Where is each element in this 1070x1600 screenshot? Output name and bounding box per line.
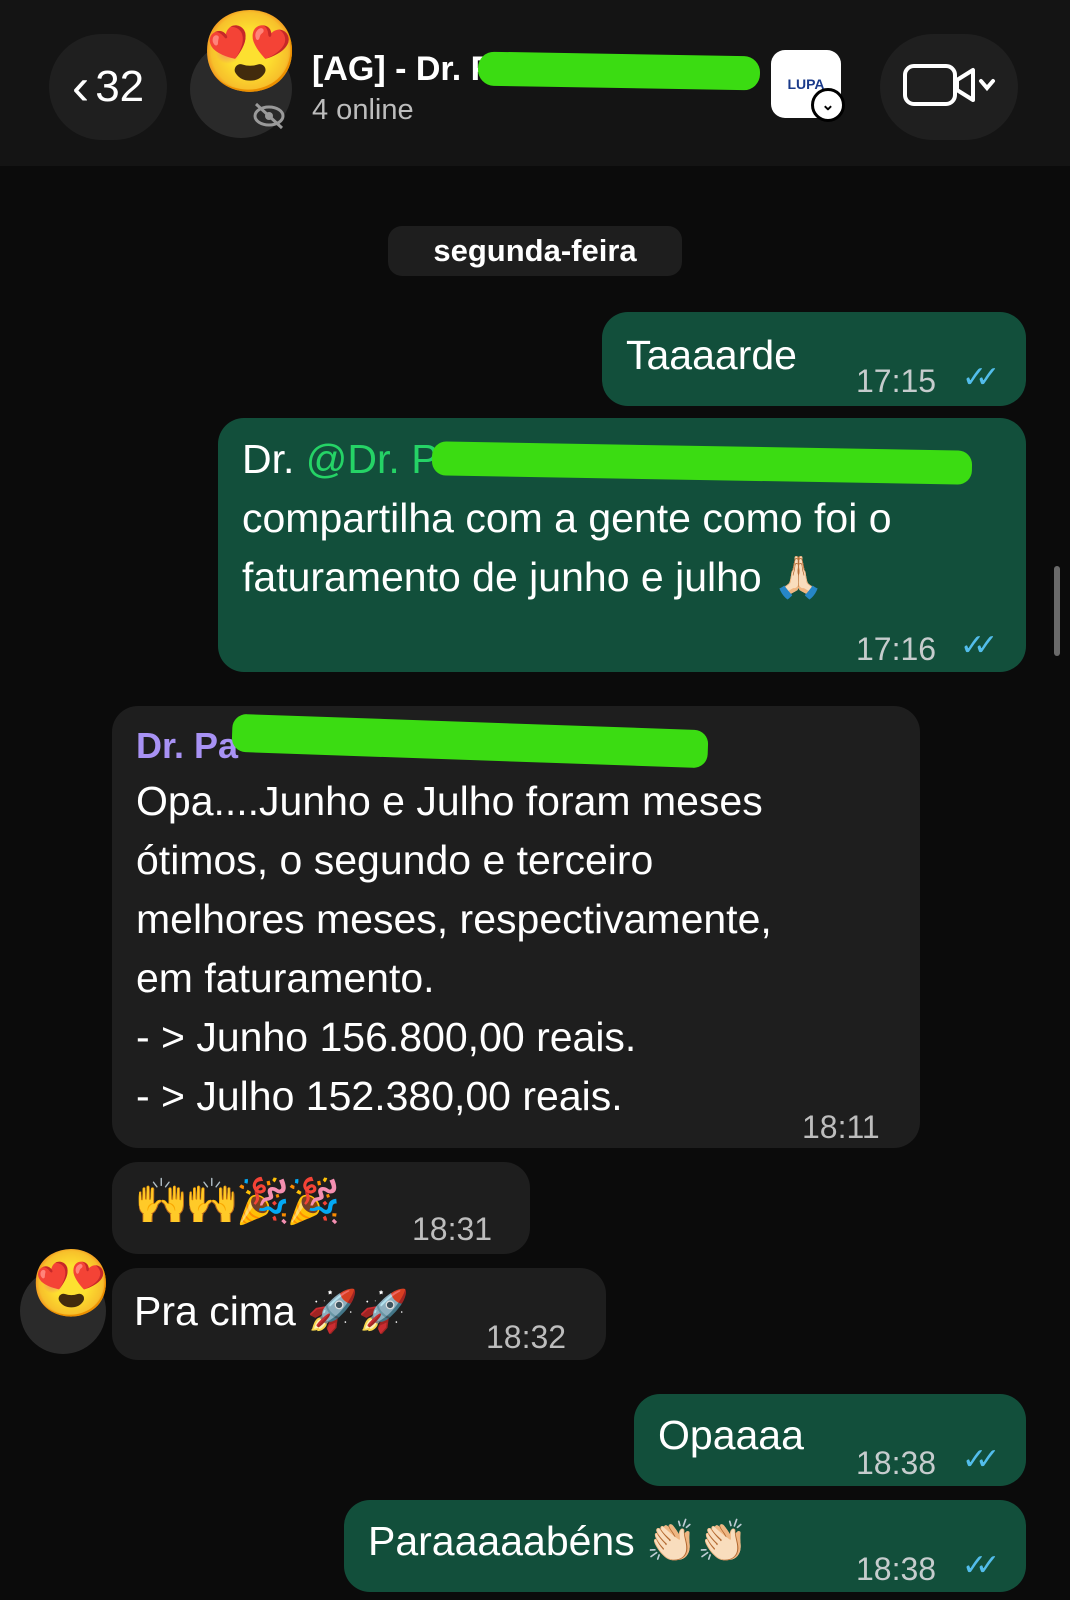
- back-button[interactable]: ‹ 32: [49, 34, 167, 140]
- message-line: - > Junho 156.800,00 reais.: [136, 1014, 637, 1060]
- message-time: 18:38: [856, 1445, 937, 1481]
- date-separator: segunda-feira: [388, 226, 682, 276]
- sender-avatar[interactable]: 😍: [20, 1250, 112, 1354]
- double-check-icon: ✓✓: [962, 1443, 1000, 1476]
- message-line: melhores meses, respectivamente,: [136, 896, 772, 942]
- eye-slash-icon: [252, 102, 286, 137]
- message-time: 17:15: [856, 363, 937, 399]
- chevron-down-icon: ⌄: [811, 88, 845, 122]
- redaction-mark: [477, 51, 761, 91]
- online-status: 4 online: [312, 94, 414, 126]
- message-time: 18:11: [802, 1109, 880, 1145]
- message-line: ótimos, o segundo e terceiro: [136, 837, 654, 883]
- chat-header: ‹ 32 😍 [AG] - Dr. P 4 online LUPA ⌄: [0, 0, 1070, 166]
- message-prefix: Dr.: [242, 436, 306, 482]
- message-time: 18:38: [856, 1551, 937, 1587]
- message-bubble-incoming[interactable]: 🙌🙌🎉🎉 18:31: [112, 1162, 530, 1254]
- unread-count: 32: [95, 62, 145, 111]
- double-check-icon: ✓✓: [960, 629, 998, 662]
- heart-eyes-emoji: 😍: [30, 1246, 113, 1320]
- message-text: Opaaaa: [658, 1412, 804, 1458]
- video-call-button[interactable]: [880, 34, 1018, 140]
- message-time: 18:31: [412, 1211, 493, 1247]
- message-time: 18:32: [486, 1319, 567, 1355]
- double-check-icon: ✓✓: [962, 1549, 1000, 1582]
- chevron-left-icon: ‹: [71, 58, 90, 116]
- message-bubble-outgoing[interactable]: Opaaaa 18:38 ✓✓: [634, 1394, 1026, 1486]
- message-text: Paraaaaabéns 👏🏻👏🏻: [368, 1518, 749, 1564]
- video-camera-icon: [901, 60, 997, 115]
- message-text: Pra cima 🚀🚀: [134, 1288, 410, 1334]
- message-time: 17:16: [856, 631, 937, 667]
- message-text: Taaaarde: [626, 332, 797, 378]
- message-text: 🙌🙌🎉🎉: [134, 1177, 341, 1226]
- heart-eyes-emoji: 😍: [200, 7, 300, 96]
- lupa-app-icon[interactable]: LUPA ⌄: [771, 50, 845, 122]
- chat-title[interactable]: [AG] - Dr. P: [312, 50, 493, 89]
- group-avatar[interactable]: 😍: [190, 12, 300, 138]
- message-bubble-outgoing[interactable]: Paraaaaabéns 👏🏻👏🏻 18:38 ✓✓: [344, 1500, 1026, 1592]
- scrollbar[interactable]: [1054, 566, 1060, 656]
- message-line: Opa....Junho e Julho foram meses: [136, 778, 763, 824]
- double-check-icon: ✓✓: [962, 361, 1000, 394]
- message-text: compartilha com a gente como foi o fatur…: [242, 495, 892, 600]
- message-line: em faturamento.: [136, 955, 435, 1001]
- message-line: - > Julho 152.380,00 reais.: [136, 1073, 623, 1119]
- message-bubble-outgoing[interactable]: Taaaarde 17:15 ✓✓: [602, 312, 1026, 406]
- message-bubble-incoming[interactable]: Pra cima 🚀🚀 18:32: [112, 1268, 606, 1360]
- message-bubble-incoming[interactable]: Dr. Pa Opa....Junho e Julho foram meses …: [112, 706, 920, 1148]
- sender-name[interactable]: Dr. Pa: [136, 716, 238, 775]
